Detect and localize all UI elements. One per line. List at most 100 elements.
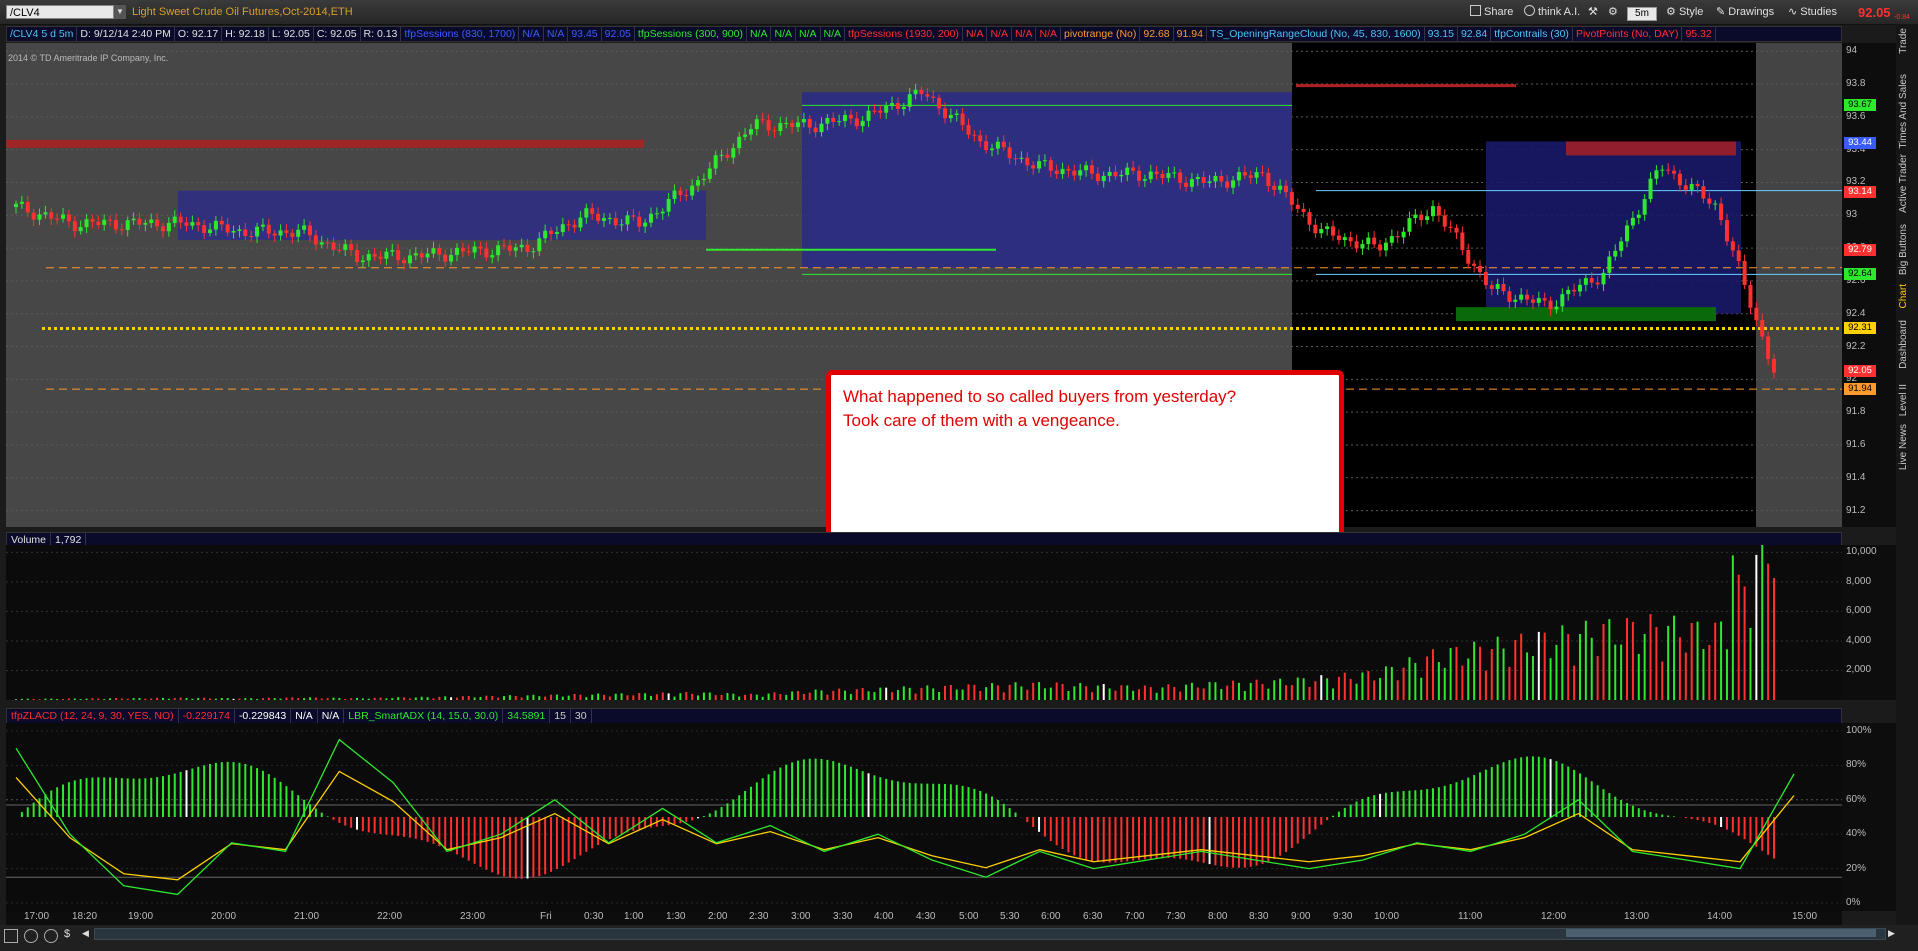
candle-body <box>778 123 783 132</box>
candle-body <box>66 214 71 222</box>
think-ai-button[interactable]: think A.I. <box>1520 4 1584 20</box>
candle-body <box>1666 169 1671 171</box>
candle-body <box>231 231 236 233</box>
time-tick-label: 6:00 <box>1041 911 1061 922</box>
candle-body <box>837 121 842 123</box>
scroll-left-icon[interactable]: ◀ <box>82 928 89 939</box>
candle-body <box>337 249 342 251</box>
oscillator-pane[interactable] <box>6 723 1842 911</box>
annotation-box[interactable]: What happened to so called buyers from y… <box>826 370 1344 540</box>
right-tab-dashboard[interactable]: Dashboard <box>1898 320 1916 369</box>
candle-body <box>137 218 142 225</box>
candle-body <box>825 117 830 124</box>
candle-body <box>31 212 36 220</box>
candle-body <box>1483 272 1488 286</box>
candle-body <box>990 148 995 151</box>
candle-body <box>260 224 265 227</box>
right-tab-times-and-sales[interactable]: Times And Sales <box>1898 74 1916 149</box>
candle-body <box>1283 185 1288 193</box>
gear-icon: ⚙ <box>1608 6 1618 18</box>
candle-body <box>995 141 1000 149</box>
study-legend-item: 92.84 <box>1458 27 1492 41</box>
price-tick-label: 94 <box>1846 45 1858 57</box>
candle-body <box>1366 237 1371 245</box>
candle-body <box>1142 179 1147 181</box>
candle-body <box>925 94 930 97</box>
candle-body <box>1660 169 1665 171</box>
time-tick-label: 2:00 <box>708 911 728 922</box>
zoom-icon[interactable] <box>44 929 58 943</box>
candle-body <box>831 117 836 122</box>
candle-body <box>160 226 165 232</box>
layout-icon[interactable] <box>4 929 18 943</box>
tools-button[interactable]: ⚒ <box>1584 4 1602 20</box>
timeframe-selector[interactable]: 5m <box>1627 7 1657 21</box>
symbol-input[interactable]: /CLV4 <box>6 5 114 19</box>
volume-axis: 10,000 8,000 6,000 4,000 2,000 <box>1842 545 1896 700</box>
candle-body <box>1195 177 1200 180</box>
candle-body <box>90 219 95 222</box>
candle-body <box>1601 272 1606 285</box>
time-tick-label: 14:00 <box>1707 911 1733 922</box>
candle-body <box>1254 172 1259 178</box>
candle-body <box>854 118 859 127</box>
candle-body <box>178 216 183 223</box>
candle-body <box>1201 177 1206 184</box>
time-tick-label: 1:30 <box>666 911 686 922</box>
candle-body <box>549 230 554 235</box>
candle-body <box>1630 217 1635 226</box>
wrench-icon: ⚒ <box>1588 6 1598 18</box>
resistance-band-2 <box>1566 141 1736 156</box>
oscillator-legend-item: tfpZLACD (12, 24, 9, 30, YES, NO) <box>7 709 179 723</box>
right-tab-chart[interactable]: Chart <box>1898 284 1916 308</box>
style-button[interactable]: ⚙ Style <box>1662 4 1707 20</box>
dollar-icon[interactable]: $ <box>64 928 70 940</box>
right-tab-live-news[interactable]: Live News <box>1898 424 1916 470</box>
price-tick-label: 92.2 <box>1846 340 1866 352</box>
study-legend-item: 91.94 <box>1174 27 1207 41</box>
candle-body <box>1348 237 1353 242</box>
study-legend-item: N/A <box>544 27 569 41</box>
share-button[interactable]: Share <box>1466 4 1517 20</box>
scroll-right-icon[interactable]: ▶ <box>1888 928 1895 939</box>
candle-body <box>102 219 107 225</box>
volume-pane[interactable] <box>6 545 1842 700</box>
candle-body <box>1648 178 1653 200</box>
candle-body <box>860 120 865 127</box>
studies-button[interactable]: ∿ Studies <box>1784 4 1841 20</box>
right-tab-trade[interactable]: Trade <box>1898 28 1916 54</box>
settings-button[interactable]: ⚙ <box>1604 4 1622 20</box>
scrollbar-thumb[interactable] <box>1566 929 1876 937</box>
crosshair-icon[interactable] <box>24 929 38 943</box>
price-tick-label: 93 <box>1846 209 1858 221</box>
candle-body <box>431 248 436 254</box>
candle-body <box>1301 208 1306 213</box>
candle-body <box>108 219 113 221</box>
candle-body <box>1460 232 1465 250</box>
oscillator-legend-item: -0.229174 <box>179 709 235 723</box>
candle-body <box>1001 141 1006 148</box>
candle-body <box>1642 199 1647 215</box>
right-tab-big-buttons[interactable]: Big Buttons <box>1898 224 1916 275</box>
candle-body <box>1019 157 1024 159</box>
think-ai-icon <box>1524 5 1535 16</box>
candle-body <box>1037 161 1042 169</box>
candle-body <box>1536 298 1541 303</box>
candle-body <box>1342 237 1347 241</box>
drawings-button[interactable]: ✎ Drawings <box>1712 4 1778 20</box>
osc-tick-label: 100% <box>1846 725 1872 736</box>
candle-body <box>407 255 412 264</box>
right-tab-active-trader[interactable]: Active Trader <box>1898 154 1916 213</box>
time-tick-label: 4:30 <box>916 911 936 922</box>
candle-body <box>1242 172 1247 176</box>
candle-body <box>1325 226 1330 229</box>
candle-body <box>1131 167 1136 171</box>
candle-body <box>355 250 360 263</box>
candle-body <box>637 216 642 227</box>
candle-body <box>396 250 401 261</box>
right-tab-level-ii[interactable]: Level II <box>1898 384 1916 416</box>
time-tick-label: 10:00 <box>1374 911 1400 922</box>
candle-body <box>1166 173 1171 178</box>
volume-tick-label: 4,000 <box>1846 634 1872 646</box>
candle-body <box>1048 160 1053 171</box>
